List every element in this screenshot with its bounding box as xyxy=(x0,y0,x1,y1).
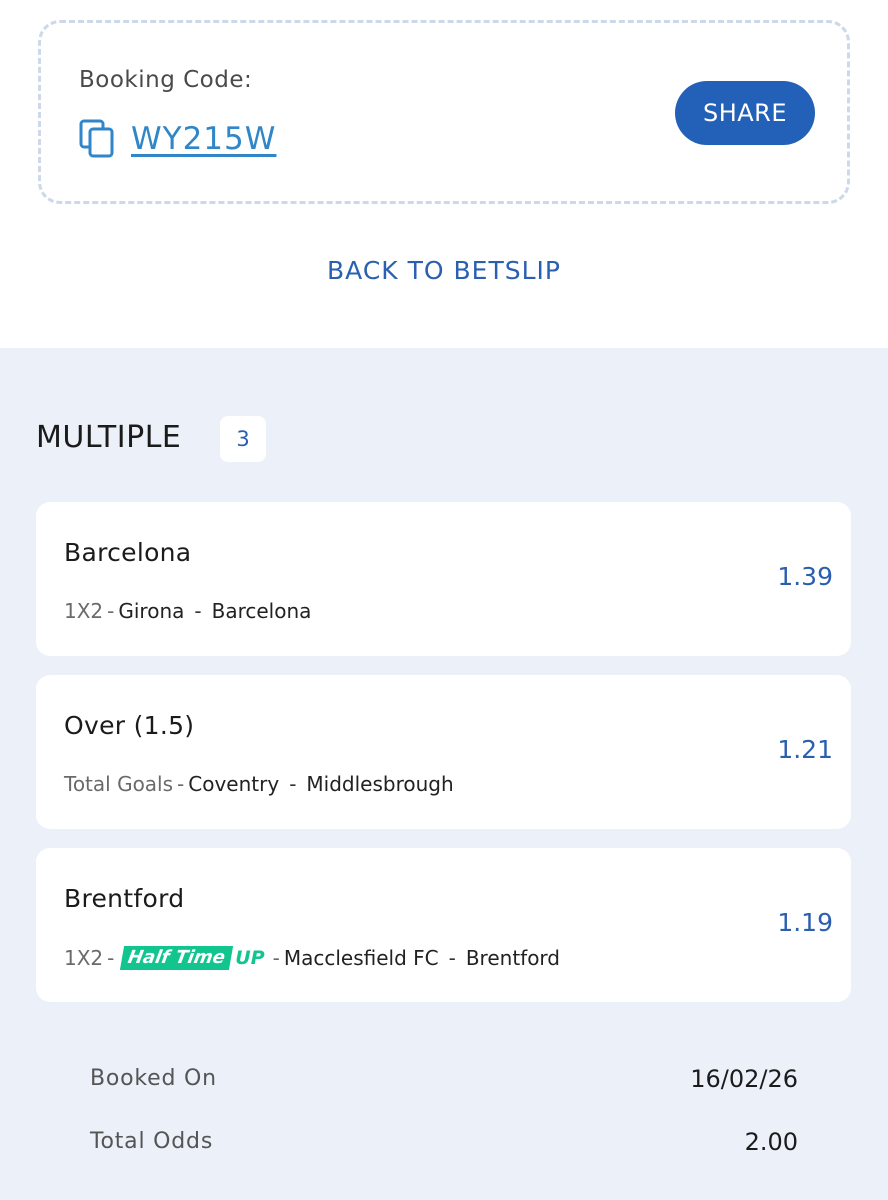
bet-details-section: MULTIPLE 3 Barcelona 1X2 - Girona - Barc… xyxy=(0,348,888,1200)
bet-odds: 1.39 xyxy=(777,562,833,591)
booking-header: Booking Code: WY215W SHARE BACK TO BETSL… xyxy=(0,0,888,348)
bet-card: Brentford 1X2 - Half Time UP - Macclesfi… xyxy=(36,848,851,1002)
back-to-betslip-link[interactable]: BACK TO BETSLIP xyxy=(0,256,888,285)
booked-on-value: 16/02/26 xyxy=(690,1065,798,1093)
half-time-up-badge: Half Time UP xyxy=(120,945,265,971)
bet-selection: Over (1.5) xyxy=(64,711,195,740)
bet-type-title: MULTIPLE xyxy=(36,420,182,455)
selection-count-badge: 3 xyxy=(220,416,266,462)
bet-market: 1X2 xyxy=(64,946,104,970)
bet-away-team: Middlesbrough xyxy=(306,772,454,796)
bet-home-team: Macclesfield FC xyxy=(283,946,439,970)
half-time-badge-suffix: UP xyxy=(235,947,265,969)
booked-on-label: Booked On xyxy=(90,1066,217,1091)
bet-card: Barcelona 1X2 - Girona - Barcelona 1.39 xyxy=(36,502,851,656)
bet-market: Total Goals xyxy=(64,772,174,796)
bet-away-team: Barcelona xyxy=(211,599,312,623)
half-time-badge-label: Half Time xyxy=(120,946,234,970)
bet-home-team: Girona xyxy=(118,599,185,623)
bet-event-line: Total Goals - Coventry - Middlesbrough xyxy=(64,772,454,796)
total-odds-label: Total Odds xyxy=(90,1129,214,1154)
bet-card: Over (1.5) Total Goals - Coventry - Midd… xyxy=(36,675,851,829)
booking-code-card: Booking Code: WY215W SHARE xyxy=(38,20,850,204)
bet-odds: 1.21 xyxy=(777,735,833,764)
share-button[interactable]: SHARE xyxy=(675,81,815,145)
bet-event-line: 1X2 - Girona - Barcelona xyxy=(64,599,312,623)
booking-code-row[interactable]: WY215W xyxy=(79,119,276,159)
bet-home-team: Coventry xyxy=(188,772,280,796)
bet-market: 1X2 xyxy=(64,599,104,623)
booking-code-label: Booking Code: xyxy=(79,67,253,93)
total-odds-value: 2.00 xyxy=(744,1128,798,1156)
copy-icon[interactable] xyxy=(79,119,117,159)
bet-odds: 1.19 xyxy=(777,908,833,937)
booking-code-value[interactable]: WY215W xyxy=(131,121,276,157)
bet-selection: Barcelona xyxy=(64,538,192,567)
bet-selection: Brentford xyxy=(64,884,185,913)
bet-away-team: Brentford xyxy=(465,946,560,970)
bet-event-line: 1X2 - Half Time UP - Macclesfield FC - B… xyxy=(64,945,560,971)
